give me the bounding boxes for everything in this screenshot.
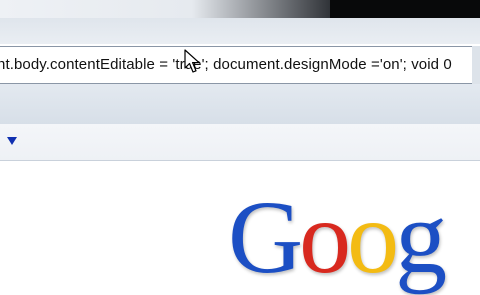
browser-toolbar [0,84,480,125]
address-bar-text[interactable]: nt.body.contentEditable = 'true'; docume… [0,56,452,73]
window-frame [0,18,480,44]
links-toolbar [0,124,480,161]
window-titlebar [0,0,480,18]
logo-letter-o: o [299,180,351,295]
logo-letter-g: g [395,180,447,295]
google-logo[interactable]: Goog [228,186,447,290]
address-bar-edge [472,46,480,84]
logo-letter-g: G [228,180,303,295]
mouse-pointer-icon [184,49,200,73]
titlebar-dark-region [330,0,480,18]
chevron-down-icon[interactable] [7,137,17,145]
address-bar[interactable]: nt.body.contentEditable = 'true'; docume… [0,46,474,84]
logo-letter-o: o [347,180,399,295]
